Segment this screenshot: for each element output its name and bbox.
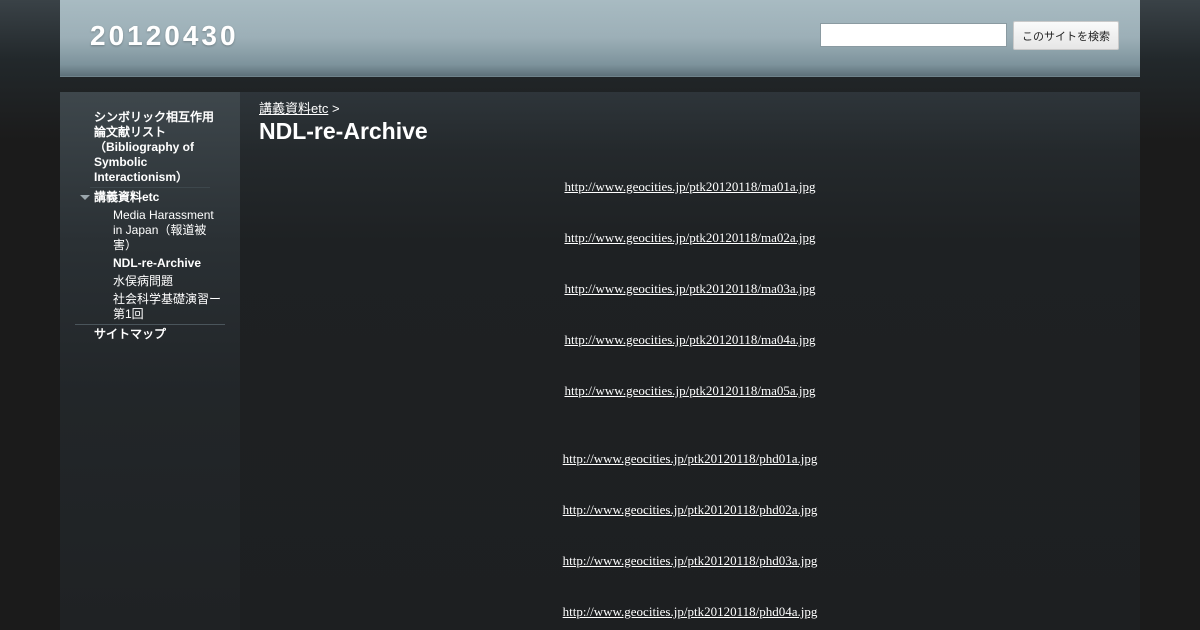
page-title: NDL-re-Archive [259,118,428,144]
link-row: http://www.geocities.jp/ptk20120118/ma05… [240,383,1140,399]
sidebar-item-sitemap[interactable]: サイトマップ [60,327,240,342]
breadcrumb: 講義資料etc > [259,98,340,117]
image-link[interactable]: http://www.geocities.jp/ptk20120118/ma04… [564,332,815,347]
sidebar-item-label: 論文献リスト [94,125,167,139]
sidebar-item-label: シンボリック相互作用 [94,110,215,124]
site-title[interactable]: 20120430 [90,20,239,52]
main-content: 講義資料etc > NDL-re-Archive http://www.geoc… [240,92,1140,630]
image-link[interactable]: http://www.geocities.jp/ptk20120118/ma01… [564,179,815,194]
sidebar-subitem-ndl-re-archive[interactable]: NDL-re-Archive [60,256,240,271]
link-row: http://www.geocities.jp/ptk20120118/phd0… [240,553,1140,569]
image-link[interactable]: http://www.geocities.jp/ptk20120118/ma03… [564,281,815,296]
link-row: http://www.geocities.jp/ptk20120118/ma03… [240,281,1140,297]
link-row: http://www.geocities.jp/ptk20120118/phd0… [240,451,1140,467]
sidebar-item-label: 害） [113,238,138,252]
sidebar-item-label: Symbolic [94,155,148,169]
sidebar-item-label: サイトマップ [94,327,167,341]
sidebar-divider [75,324,225,325]
search-button[interactable]: このサイトを検索 [1013,21,1119,50]
sidebar: シンボリック相互作用 論文献リスト （Bibliography of Symbo… [60,92,240,630]
image-link[interactable]: http://www.geocities.jp/ptk20120118/phd0… [563,451,818,466]
sidebar-item-label: Media Harassment [113,208,214,222]
sidebar-item-label: 社会科学基礎演習ー [113,292,222,306]
sidebar-item-label: Interactionism） [94,170,189,184]
link-row: http://www.geocities.jp/ptk20120118/phd0… [240,604,1140,620]
link-row: http://www.geocities.jp/ptk20120118/ma04… [240,332,1140,348]
image-link[interactable]: http://www.geocities.jp/ptk20120118/ma05… [564,383,815,398]
sidebar-item-lectures[interactable]: 講義資料etc [60,190,240,205]
image-link[interactable]: http://www.geocities.jp/ptk20120118/ma02… [564,230,815,245]
link-row: http://www.geocities.jp/ptk20120118/ma02… [240,230,1140,246]
search-input[interactable] [820,23,1007,47]
link-row: http://www.geocities.jp/ptk20120118/ma01… [240,179,1140,195]
sidebar-subitem-seminar[interactable]: 社会科学基礎演習ー 第1回 [60,292,240,322]
sidebar-item-label: （Bibliography of [94,140,194,154]
image-link[interactable]: http://www.geocities.jp/ptk20120118/phd0… [563,502,818,517]
sidebar-item-bibliography[interactable]: シンボリック相互作用 論文献リスト （Bibliography of Symbo… [60,110,240,185]
site-header: 20120430 このサイトを検索 [60,0,1140,76]
breadcrumb-separator: > [328,101,340,116]
link-row: http://www.geocities.jp/ptk20120118/phd0… [240,502,1140,518]
image-link[interactable]: http://www.geocities.jp/ptk20120118/phd0… [563,553,818,568]
sidebar-divider [90,187,210,188]
image-link[interactable]: http://www.geocities.jp/ptk20120118/phd0… [563,604,818,619]
sidebar-item-label: 第1回 [113,307,144,321]
sidebar-subitem-minamata[interactable]: 水俣病問題 [60,274,240,289]
sidebar-item-label: 水俣病問題 [113,274,174,288]
sidebar-item-label: 講義資料etc [94,190,160,204]
breadcrumb-link-lectures[interactable]: 講義資料etc [259,101,328,116]
sidebar-item-label: NDL-re-Archive [113,256,202,270]
sidebar-item-label: in Japan（報道被 [113,223,207,237]
expand-arrow-icon[interactable] [80,195,90,200]
sidebar-subitem-media-harassment[interactable]: Media Harassment in Japan（報道被 害） [60,208,240,253]
sidebar-nav: シンボリック相互作用 論文献リスト （Bibliography of Symbo… [60,110,240,342]
